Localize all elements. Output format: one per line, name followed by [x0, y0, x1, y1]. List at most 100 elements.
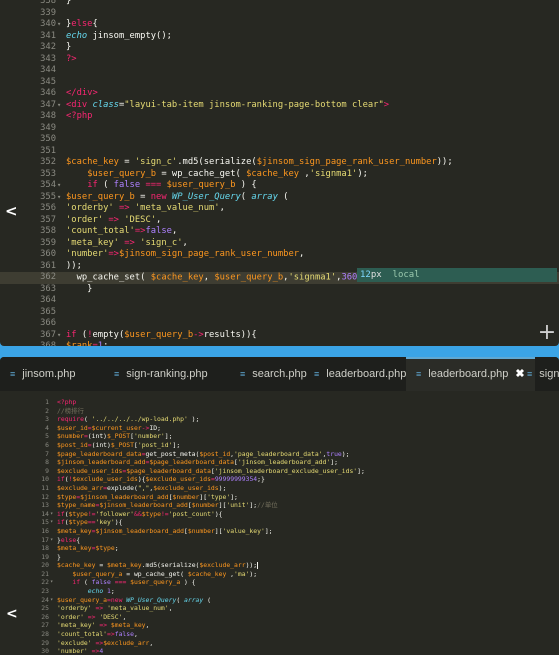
code-line[interactable]: 340 ▾}else{ [0, 19, 559, 31]
code-line[interactable]: 355 ▾ $user_query_b = new WP_User_Query( a… [0, 192, 559, 204]
code-line[interactable]: 5 $number=(int)$_POST['number']; [0, 432, 559, 441]
line-number: 341 [40, 30, 56, 41]
code-line[interactable]: 22 ▾ if ( false === $user_query_a ) { [0, 578, 559, 587]
fold-arrow-icon[interactable]: ▾ [50, 536, 53, 545]
bottom-code-editor[interactable]: ≡ jinsom.php ≡ sign-ranking.php ≡ search.ph… [0, 357, 559, 655]
code-line[interactable]: 368 $rank=1; [0, 341, 559, 346]
code-line[interactable]: 13 $type_name=$jinsom_leaderboard_add[$nu… [0, 501, 559, 510]
code-line[interactable]: 365 [0, 307, 559, 319]
close-icon[interactable]: ✖ [515, 368, 524, 380]
code-line[interactable]: 16 $meta_key=$jinsom_leaderboard_add[$num… [0, 527, 559, 536]
code-line[interactable]: 346 </div> [0, 88, 559, 100]
tab-jinsom[interactable]: ≡ jinsom.php [10, 357, 75, 391]
code-line[interactable]: 17 ▾}else{ [0, 536, 559, 545]
code-line[interactable]: 21 $user_query_a = wp_cache_get( $cache_… [0, 570, 559, 579]
line-number: 359 [40, 237, 56, 248]
code-line[interactable]: 2 //榜排行 [0, 407, 559, 416]
code-line[interactable]: 347 ▾ <div class="layui-tab-item jinsom-ra… [0, 100, 559, 112]
fold-arrow-icon[interactable]: ▾ [57, 180, 61, 192]
code-line[interactable]: 339 [0, 8, 559, 20]
code-line[interactable]: 348 <?php [0, 111, 559, 123]
fold-arrow-icon[interactable]: ▾ [57, 19, 61, 31]
tab-leaderboard[interactable]: ≡ leaderboard.php [314, 357, 406, 391]
chevron-left-icon[interactable]: < [5, 202, 18, 220]
code-line[interactable]: 25'orderby' => 'meta_value_num', [0, 604, 559, 613]
code-line[interactable]: 7 $page_leaderboard_data=get_post_meta($p… [0, 450, 559, 459]
line-number: 29 [41, 638, 49, 647]
code-line[interactable]: 342} [0, 42, 559, 54]
code-line[interactable]: 9 $exclude_user_ids=$page_leaderboard_dat… [0, 467, 559, 476]
code-line[interactable]: 20 $cache_key = $meta_key.md5(serialize($… [0, 561, 559, 570]
line-number: 12 [41, 492, 49, 501]
code-line[interactable]: 26'order' => 'DESC', [0, 613, 559, 622]
line-number: 347 [40, 99, 56, 110]
code-line[interactable]: 357'order' => 'DESC', [0, 215, 559, 227]
code-line[interactable]: 366 [0, 318, 559, 330]
code-line[interactable]: 360 'number'=>$jinsom_sign_page_rank_user… [0, 249, 559, 261]
code-line[interactable]: 27 'meta_key' => $meta_key, [0, 621, 559, 630]
fold-arrow-icon[interactable]: ▾ [50, 578, 53, 587]
code-line[interactable]: 341 echo jinsom_empty(); [0, 31, 559, 43]
code-line[interactable]: 15 ▾ if($type=='key'){ [0, 518, 559, 527]
code-line[interactable]: 6 $post_id=(int)$_POST['post_id']; [0, 441, 559, 450]
code-line[interactable]: 354 ▾ if ( false === $user_query_b ) { [0, 180, 559, 192]
code-text: //榜排行 [57, 406, 84, 415]
code-line[interactable]: 19} [0, 553, 559, 562]
code-line[interactable]: 367 ▾ if (!empty($user_query_b->results)){ [0, 330, 559, 342]
code-line[interactable]: 8 $jinsom_leaderboard_add=$page_leaderboa… [0, 458, 559, 467]
top-editor-lines[interactable]: 338} 339 340 ▾}else{341 echo jinsom_empty();… [0, 0, 559, 346]
line-number: 1 [45, 398, 49, 406]
code-line[interactable]: 364 [0, 295, 559, 307]
bottom-editor-lines[interactable]: 1 <?php 2 //榜排行 3 require( '../../../../wp-lo… [0, 398, 559, 655]
tab-search[interactable]: ≡ search.php [240, 357, 307, 391]
code-line[interactable]: 356'orderby' => 'meta_value_num', [0, 203, 559, 215]
code-line[interactable]: 14 ▾ if($type!='follower'&&$type!='post_co… [0, 510, 559, 519]
add-icon[interactable]: + [537, 322, 557, 344]
code-line[interactable]: 24 ▾ $user_query_a=new WP_User_Query( arra… [0, 596, 559, 605]
tab-sign-ranking[interactable]: ≡ sign-ranking.php [114, 357, 208, 391]
tab-leaderboard-active[interactable]: ≡ leaderboard.php ✖ [406, 357, 535, 391]
line-number: 360 [40, 249, 56, 259]
top-code-editor[interactable]: 338} 339 340 ▾}else{341 echo jinsom_empty();… [0, 0, 559, 346]
code-line[interactable]: 349 [0, 123, 559, 135]
code-line[interactable]: 3 require( '../../../../wp-load.php' ); [0, 415, 559, 424]
fold-arrow-icon[interactable]: ▾ [57, 330, 61, 342]
fold-arrow-icon[interactable]: ▾ [57, 192, 61, 204]
fold-arrow-icon[interactable]: ▾ [50, 510, 53, 519]
code-line[interactable]: 353 $user_query_b = wp_cache_get( $cache… [0, 169, 559, 181]
code-line[interactable]: 345 [0, 77, 559, 89]
code-line[interactable]: 343 ?> [0, 54, 559, 66]
line-number: 7 [45, 449, 49, 458]
code-line[interactable]: 344 [0, 65, 559, 77]
code-line[interactable]: 359 'meta_key' => 'sign_c', [0, 238, 559, 250]
line-number: 361 [40, 260, 56, 271]
tab-label: search.php [252, 368, 307, 380]
code-line[interactable]: 352 $cache_key = 'sign_c'.md5(serialize($… [0, 157, 559, 169]
code-text: }else{ [66, 19, 98, 29]
code-line[interactable]: 363 } [0, 284, 559, 296]
line-number: 362 [40, 272, 56, 282]
fold-arrow-icon[interactable]: ▾ [50, 596, 53, 605]
code-line[interactable]: 30 'number' =>4 [0, 647, 559, 655]
code-line[interactable]: 338} [0, 0, 559, 8]
code-line[interactable]: 10 if(!$exclude_user_ids){$exclude_user_i… [0, 475, 559, 484]
chevron-left-icon[interactable]: < [6, 606, 18, 622]
code-line[interactable]: 28 'count_total'=>false, [0, 630, 559, 639]
code-line[interactable]: 1 <?php [0, 398, 559, 407]
code-line[interactable]: 18 $meta_key=$type; [0, 544, 559, 553]
code-line[interactable]: 4 $user_id=$current_user->ID; [0, 424, 559, 433]
code-line[interactable]: 358 'count_total'=>false, [0, 226, 559, 238]
tab-sign[interactable]: ≡ sign.p [527, 357, 559, 391]
line-number: 6 [45, 440, 49, 449]
autocomplete-suggestion[interactable]: 12px local [357, 268, 557, 282]
fold-arrow-icon[interactable]: ▾ [50, 518, 53, 527]
code-line[interactable]: 12 $type=$jinsom_leaderboard_add[$number]… [0, 493, 559, 502]
code-line[interactable]: 23 echo 1; [0, 587, 559, 596]
code-text: $cache_key = 'sign_c'.md5(serialize($jin… [66, 157, 453, 167]
code-line[interactable]: 11 $exclude_arr=explode(",",$exclude_user… [0, 484, 559, 493]
fold-arrow-icon[interactable]: ▾ [57, 100, 61, 112]
code-line[interactable]: 351 [0, 146, 559, 158]
code-text: require( '../../../../wp-load.php' ); [57, 415, 200, 424]
code-line[interactable]: 350 [0, 134, 559, 146]
code-line[interactable]: 29 'exclude' =>$exclude_arr, [0, 639, 559, 648]
